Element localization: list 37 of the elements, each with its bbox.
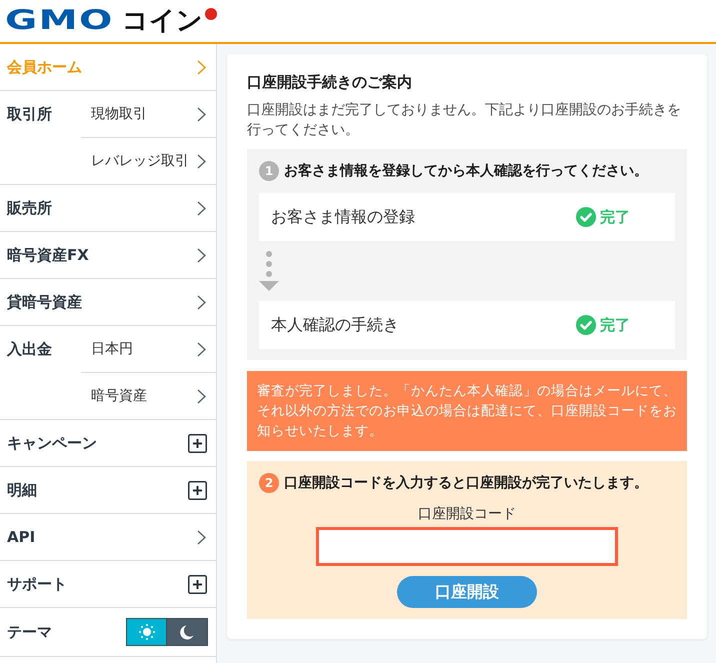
- menu-section-label: 入出金: [6, 339, 53, 360]
- task-label: お客さま情報の登録: [271, 206, 415, 228]
- theme-label: テーマ: [7, 622, 52, 642]
- moon-icon: [180, 624, 194, 640]
- sun-icon: [138, 624, 154, 640]
- chevron-right-icon: [197, 106, 206, 122]
- step-heading: 口座開設コードを入力すると口座開設が完了いたします。: [284, 474, 648, 493]
- field-label: 口座開設コード: [417, 505, 517, 524]
- submenu-item[interactable]: 日本円: [81, 326, 216, 373]
- chevron-right-icon: [197, 294, 206, 310]
- status-text: 完了: [600, 207, 630, 227]
- submenu-item[interactable]: 暗号資産: [81, 373, 216, 419]
- notice-message: 審査が完了しました。「かんたん本人確認」の場合はメールにて、それ以外の方法でのお申込の場合は配達にて、口座開設コードをお知らせいたします。: [247, 371, 687, 451]
- code-input-field[interactable]: [316, 527, 618, 566]
- chevron-right-icon: [197, 154, 206, 168]
- chevron-right-icon: [197, 388, 206, 404]
- dotted-arrow-icon: [259, 250, 279, 292]
- task-label: 本人確認の手続き: [271, 314, 399, 336]
- brand-logo-katakana: コイン: [122, 6, 203, 36]
- chevron-right-icon: [197, 248, 206, 262]
- card-title: 口座開設手続きのご案内: [247, 72, 413, 92]
- chevron-right-icon: [197, 530, 206, 544]
- brand-logo-latin: GMO: [5, 6, 114, 36]
- chevron-right-icon: [197, 60, 206, 74]
- step-number: 1: [259, 161, 279, 181]
- dot-icon: [204, 8, 217, 20]
- intro-text: 口座開設はまだ完了しておりません。下記より口座開設のお手続きを行ってください。: [247, 101, 682, 140]
- status-text: 完了: [600, 315, 630, 335]
- step-number: 2: [259, 473, 279, 493]
- chevron-right-icon: [197, 342, 206, 356]
- chevron-right-icon: [197, 200, 206, 216]
- dark-theme-button[interactable]: [167, 618, 208, 646]
- menu-section-label: 取引所: [6, 104, 53, 125]
- submenu-item[interactable]: レバレッジ取引: [81, 138, 216, 184]
- step-heading: お客さま情報を登録してから本人確認を行ってください。: [284, 162, 648, 181]
- light-theme-button[interactable]: [126, 618, 167, 646]
- submenu-item[interactable]: 現物取引: [81, 91, 216, 138]
